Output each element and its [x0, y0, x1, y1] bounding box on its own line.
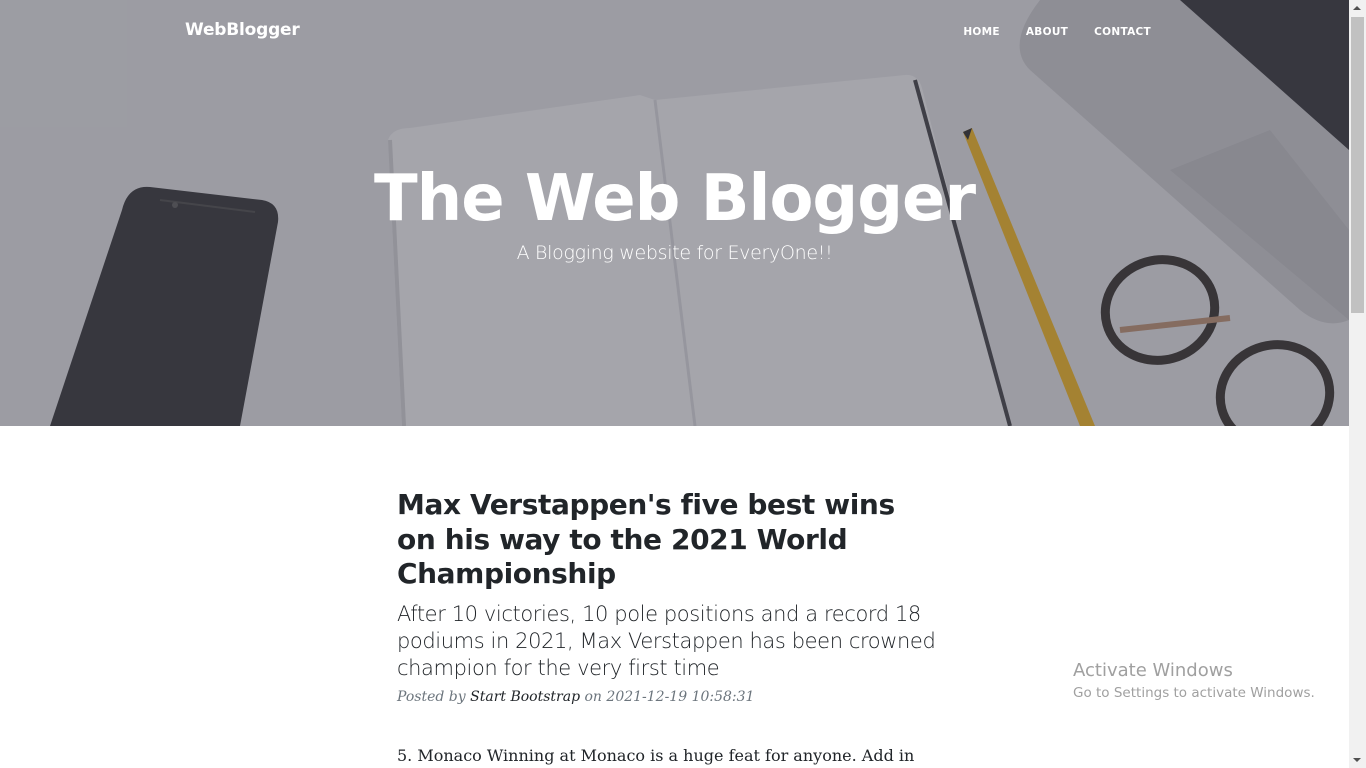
post-meta-prefix: Posted by [397, 688, 466, 705]
nav-about-link[interactable]: ABOUT [1026, 26, 1068, 38]
post-preview: Max Verstappen's five best wins on his w… [397, 488, 942, 768]
site-subtitle: A Blogging website for EveryOne!! [516, 242, 833, 264]
navbar: WebBlogger HOME ABOUT CONTACT [0, 0, 1349, 66]
nav-home-link[interactable]: HOME [963, 26, 1000, 38]
watermark-title: Activate Windows [1073, 660, 1233, 681]
post-subtitle[interactable]: After 10 victories, 10 pole positions an… [397, 601, 942, 682]
site-title: The Web Blogger [374, 162, 976, 236]
post-body-excerpt: 5. Monaco Winning at Monaco is a huge fe… [397, 745, 915, 765]
post-meta: Posted by Start Bootstrap on 2021-12-19 … [397, 689, 942, 705]
vertical-scrollbar[interactable] [1349, 0, 1366, 768]
post-author-link[interactable]: Start Bootstrap [470, 689, 580, 705]
post-meta-on: on [584, 688, 602, 705]
post-link[interactable]: Max Verstappen's five best wins on his w… [397, 488, 942, 682]
post-title[interactable]: Max Verstappen's five best wins on his w… [397, 488, 942, 592]
post-date: 2021-12-19 10:58:31 [606, 688, 755, 705]
scroll-up-arrow-icon[interactable] [1353, 6, 1361, 10]
hero-heading-block: The Web Blogger A Blogging website for E… [0, 160, 1349, 264]
scroll-down-arrow-icon[interactable] [1353, 758, 1361, 762]
nav-links: HOME ABOUT CONTACT [937, 26, 1151, 38]
windows-activation-watermark: Activate Windows Go to Settings to activ… [1073, 660, 1315, 701]
masthead: WebBlogger HOME ABOUT CONTACT The Web Bl… [0, 0, 1349, 426]
brand-logo-link[interactable]: WebBlogger [185, 20, 300, 40]
nav-contact-link[interactable]: CONTACT [1094, 26, 1151, 38]
watermark-subtitle: Go to Settings to activate Windows. [1073, 685, 1315, 701]
scrollbar-thumb[interactable] [1351, 17, 1364, 313]
